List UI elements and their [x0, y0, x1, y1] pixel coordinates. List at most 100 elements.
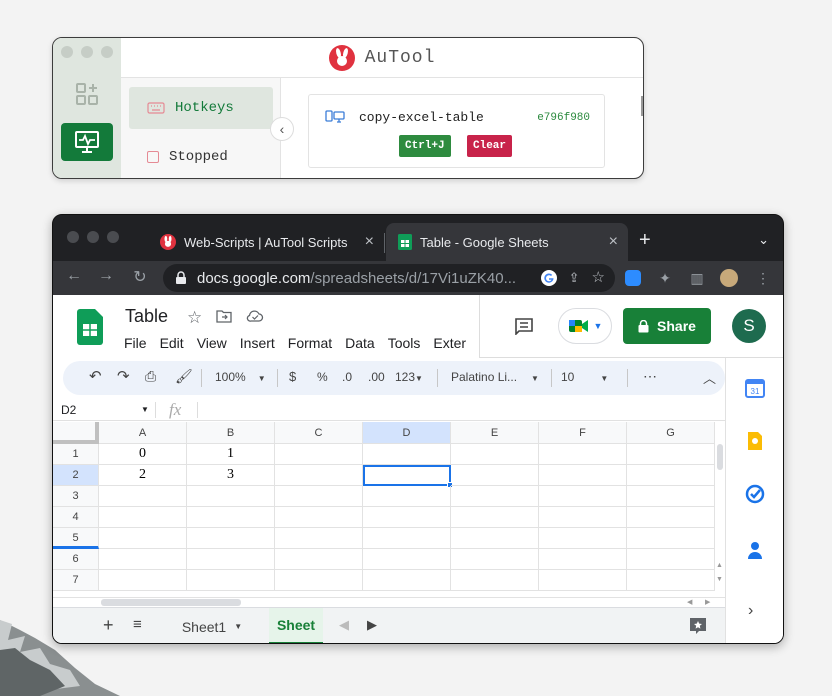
undo-icon[interactable]: ↶ [89, 367, 102, 385]
address-bar[interactable]: docs.google.com/spreadsheets/d/17Vi1uZK4… [163, 264, 615, 292]
column-header[interactable]: C [275, 422, 363, 444]
scroll-right-icon[interactable]: ▶ [705, 598, 710, 606]
column-header[interactable]: A [99, 422, 187, 444]
number-format-select[interactable]: 123▼ [395, 370, 423, 384]
move-folder-icon[interactable] [216, 309, 232, 323]
maximize-window-button[interactable] [101, 46, 113, 58]
sheets-logo-icon[interactable] [77, 309, 103, 345]
spreadsheet-cell[interactable] [99, 507, 187, 528]
scroll-sheets-left-icon[interactable]: ◀ [339, 617, 349, 633]
spreadsheet-cell[interactable] [275, 549, 363, 570]
spreadsheet-cell[interactable] [363, 570, 451, 591]
print-icon[interactable]: ⎙ [145, 368, 156, 385]
column-header[interactable]: D [363, 422, 451, 444]
font-size-select[interactable]: 10 ▼ [561, 370, 608, 384]
nav-item-stopped[interactable]: Stopped [129, 136, 273, 178]
share-button[interactable]: Share [623, 308, 711, 344]
spreadsheet-cell[interactable] [99, 528, 187, 549]
spreadsheet-cell[interactable] [275, 465, 363, 486]
monitor-activity-icon[interactable] [61, 123, 113, 161]
tasks-icon[interactable] [745, 484, 765, 504]
google-icon[interactable] [540, 270, 557, 286]
all-sheets-icon[interactable]: ≡ [133, 616, 142, 633]
spreadsheet-cell[interactable] [451, 549, 539, 570]
spreadsheet-cell[interactable] [363, 486, 451, 507]
spreadsheet-cell[interactable] [539, 528, 627, 549]
spreadsheet-cell[interactable] [539, 507, 627, 528]
vertical-scrollbar[interactable]: ▲ ▼ [715, 422, 725, 597]
meet-button[interactable]: ▼ [558, 308, 612, 344]
scroll-up-icon[interactable]: ▲ [716, 562, 723, 569]
font-select[interactable]: Palatino Li... ▼ [451, 370, 539, 384]
spreadsheet-cell[interactable] [451, 486, 539, 507]
spreadsheet-cell[interactable] [99, 570, 187, 591]
calendar-icon[interactable]: 31 [745, 378, 765, 398]
spreadsheet-cell[interactable] [627, 507, 715, 528]
cloud-status-icon[interactable] [246, 309, 264, 323]
spreadsheet-cell[interactable] [275, 570, 363, 591]
close-tab-icon[interactable]: × [365, 233, 374, 251]
zoom-select[interactable]: 100% ▼ [215, 370, 266, 384]
selected-cell[interactable] [363, 465, 453, 488]
horizontal-scrollbar[interactable]: ◀ ▶ [53, 597, 725, 607]
menu-tools[interactable]: Tools [388, 335, 421, 351]
profile-avatar-icon[interactable] [719, 268, 739, 288]
currency-format-button[interactable]: $ [289, 369, 296, 384]
spreadsheet-cell[interactable] [187, 486, 275, 507]
spreadsheet-cell[interactable] [451, 570, 539, 591]
spreadsheet-cell[interactable] [627, 486, 715, 507]
avatar[interactable]: S [732, 309, 766, 343]
more-options-icon[interactable]: ⋯ [643, 368, 657, 385]
spreadsheet-cell[interactable] [99, 549, 187, 570]
formula-input[interactable] [203, 399, 723, 421]
scroll-sheets-right-icon[interactable]: ▶ [367, 617, 377, 633]
spreadsheet-cell[interactable] [275, 444, 363, 465]
close-window-button[interactable] [61, 46, 73, 58]
paint-format-icon[interactable]: 🖌 [175, 368, 193, 385]
spreadsheet-cell[interactable] [451, 444, 539, 465]
close-tab-icon[interactable]: × [609, 233, 618, 251]
tab-google-sheets[interactable]: Table - Google Sheets × [386, 223, 628, 261]
menu-data[interactable]: Data [345, 335, 375, 351]
spreadsheet-cell[interactable] [187, 528, 275, 549]
spreadsheet-cell[interactable]: 2 [99, 465, 187, 486]
apps-grid-icon[interactable] [75, 82, 99, 106]
spreadsheet-cell[interactable] [627, 570, 715, 591]
spreadsheet-cell[interactable] [539, 444, 627, 465]
spreadsheet-cell[interactable] [99, 486, 187, 507]
spreadsheet-cell[interactable] [363, 549, 451, 570]
tab-search-chevron-icon[interactable]: ⌄ [758, 232, 769, 248]
expand-panel-icon[interactable]: › [748, 602, 753, 620]
scroll-thumb[interactable] [717, 444, 723, 470]
sheet-tab-active[interactable]: Sheet [269, 608, 323, 643]
scroll-left-icon[interactable]: ◀ [687, 598, 692, 606]
spreadsheet-cell[interactable] [363, 444, 451, 465]
browser-menu-icon[interactable]: ⋮ [753, 268, 773, 288]
comment-history-icon[interactable] [514, 317, 534, 335]
nav-item-hotkeys[interactable]: Hotkeys [129, 87, 273, 129]
scroll-thumb[interactable] [101, 599, 241, 606]
row-header[interactable]: 2 [53, 465, 99, 486]
extensions-puzzle-icon[interactable]: ✦ [655, 268, 675, 288]
spreadsheet-cell[interactable] [187, 570, 275, 591]
spreadsheet-cell[interactable] [275, 528, 363, 549]
star-icon[interactable]: ☆ [187, 308, 202, 328]
keep-icon[interactable] [745, 431, 765, 451]
back-arrow-icon[interactable]: ← [63, 267, 85, 285]
scroll-down-icon[interactable]: ▼ [716, 576, 723, 583]
minimize-window-button[interactable] [81, 46, 93, 58]
collapse-toolbar-icon[interactable]: ︿ [703, 368, 716, 387]
new-tab-button[interactable]: + [639, 229, 651, 252]
bookmark-star-icon[interactable]: ☆ [592, 270, 605, 286]
maximize-window-button[interactable] [107, 231, 119, 243]
spreadsheet-cell[interactable] [539, 570, 627, 591]
spreadsheet-cell[interactable] [451, 465, 539, 486]
spreadsheet-cell[interactable] [539, 465, 627, 486]
increase-decimal-button[interactable]: .00 [368, 370, 385, 384]
menu-format[interactable]: Format [288, 335, 332, 351]
spreadsheet-cell[interactable] [539, 549, 627, 570]
spreadsheet-cell[interactable] [627, 549, 715, 570]
spreadsheet-cell[interactable] [187, 549, 275, 570]
tab-web-scripts[interactable]: Web-Scripts | AuTool Scripts × [148, 223, 384, 261]
column-header[interactable]: B [187, 422, 275, 444]
